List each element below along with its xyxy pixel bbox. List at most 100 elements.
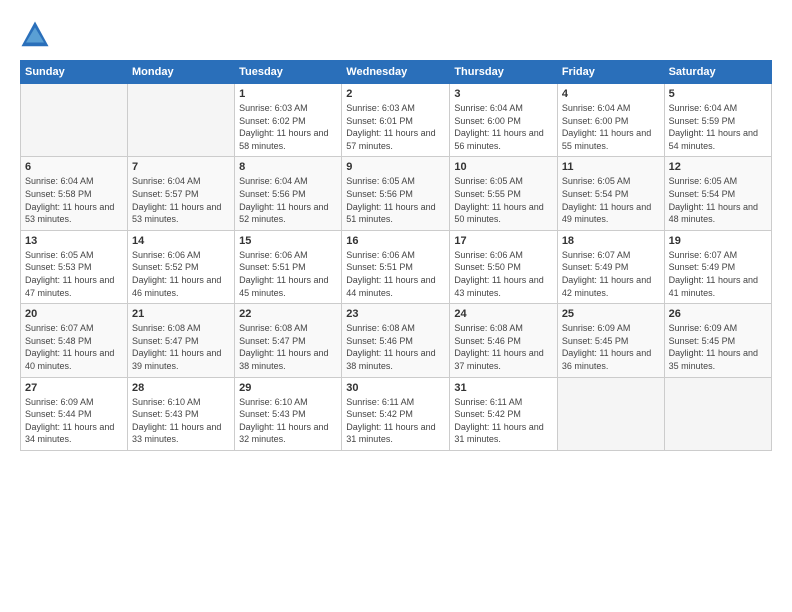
day-info: Sunrise: 6:05 AM Sunset: 5:56 PM Dayligh… <box>346 175 445 225</box>
day-number: 6 <box>25 161 123 173</box>
logo-icon <box>20 20 50 50</box>
day-number: 15 <box>239 235 337 247</box>
calendar-cell: 30 Sunrise: 6:11 AM Sunset: 5:42 PM Dayli… <box>342 377 450 450</box>
calendar-cell: 15 Sunrise: 6:06 AM Sunset: 5:51 PM Dayli… <box>235 230 342 303</box>
calendar-cell: 27 Sunrise: 6:09 AM Sunset: 5:44 PM Dayli… <box>21 377 128 450</box>
day-number: 8 <box>239 161 337 173</box>
day-number: 19 <box>669 235 767 247</box>
calendar-cell: 19 Sunrise: 6:07 AM Sunset: 5:49 PM Dayli… <box>664 230 771 303</box>
calendar-cell: 22 Sunrise: 6:08 AM Sunset: 5:47 PM Dayli… <box>235 304 342 377</box>
day-number: 17 <box>454 235 552 247</box>
day-number: 30 <box>346 382 445 394</box>
calendar-cell: 28Sunrise: 6:10 AM Sunset: 5:43 PM Dayli… <box>128 377 235 450</box>
calendar-cell <box>557 377 664 450</box>
week-row-1: 6 Sunrise: 6:04 AM Sunset: 5:58 PM Daylig… <box>21 157 772 230</box>
day-info: Sunrise: 6:05 AM Sunset: 5:55 PM Dayligh… <box>454 175 552 225</box>
weekday-header-saturday: Saturday <box>664 61 771 84</box>
day-info: Sunrise: 6:08 AM Sunset: 5:47 PM Dayligh… <box>239 322 337 372</box>
calendar-cell: 10 Sunrise: 6:05 AM Sunset: 5:55 PM Dayli… <box>450 157 557 230</box>
day-info: Sunrise: 6:04 AM Sunset: 6:00 PM Dayligh… <box>562 102 660 152</box>
day-info: Sunrise: 6:04 AM Sunset: 5:59 PM Dayligh… <box>669 102 767 152</box>
calendar-cell: 23 Sunrise: 6:08 AM Sunset: 5:46 PM Dayli… <box>342 304 450 377</box>
day-info: Sunrise: 6:07 AM Sunset: 5:49 PM Dayligh… <box>562 249 660 299</box>
day-info: Sunrise: 6:04 AM Sunset: 5:57 PM Dayligh… <box>132 175 230 225</box>
day-number: 18 <box>562 235 660 247</box>
calendar-cell: 21 Sunrise: 6:08 AM Sunset: 5:47 PM Dayli… <box>128 304 235 377</box>
weekday-header-thursday: Thursday <box>450 61 557 84</box>
day-info: Sunrise: 6:08 AM Sunset: 5:46 PM Dayligh… <box>454 322 552 372</box>
day-info: Sunrise: 6:05 AM Sunset: 5:54 PM Dayligh… <box>669 175 767 225</box>
day-info: Sunrise: 6:09 AM Sunset: 5:45 PM Dayligh… <box>562 322 660 372</box>
day-info: Sunrise: 6:11 AM Sunset: 5:42 PM Dayligh… <box>346 396 445 446</box>
weekday-header-row: SundayMondayTuesdayWednesdayThursdayFrid… <box>21 61 772 84</box>
day-info: Sunrise: 6:06 AM Sunset: 5:52 PM Dayligh… <box>132 249 230 299</box>
day-info: Sunrise: 6:07 AM Sunset: 5:48 PM Dayligh… <box>25 322 123 372</box>
week-row-2: 13 Sunrise: 6:05 AM Sunset: 5:53 PM Dayli… <box>21 230 772 303</box>
day-number: 16 <box>346 235 445 247</box>
day-info: Sunrise: 6:05 AM Sunset: 5:53 PM Dayligh… <box>25 249 123 299</box>
weekday-header-tuesday: Tuesday <box>235 61 342 84</box>
logo <box>20 20 54 50</box>
day-number: 27 <box>25 382 123 394</box>
calendar-cell: 1 Sunrise: 6:03 AM Sunset: 6:02 PM Daylig… <box>235 84 342 157</box>
calendar-cell: 18 Sunrise: 6:07 AM Sunset: 5:49 PM Dayli… <box>557 230 664 303</box>
day-info: Sunrise: 6:03 AM Sunset: 6:02 PM Dayligh… <box>239 102 337 152</box>
day-number: 12 <box>669 161 767 173</box>
calendar-cell: 13 Sunrise: 6:05 AM Sunset: 5:53 PM Dayli… <box>21 230 128 303</box>
weekday-header-wednesday: Wednesday <box>342 61 450 84</box>
calendar-cell: 3Sunrise: 6:04 AM Sunset: 6:00 PM Daylig… <box>450 84 557 157</box>
day-info: Sunrise: 6:09 AM Sunset: 5:44 PM Dayligh… <box>25 396 123 446</box>
day-info: Sunrise: 6:04 AM Sunset: 5:56 PM Dayligh… <box>239 175 337 225</box>
day-info: Sunrise: 6:06 AM Sunset: 5:51 PM Dayligh… <box>346 249 445 299</box>
day-number: 2 <box>346 88 445 100</box>
calendar-cell <box>128 84 235 157</box>
calendar-cell: 16 Sunrise: 6:06 AM Sunset: 5:51 PM Dayli… <box>342 230 450 303</box>
day-number: 13 <box>25 235 123 247</box>
calendar-cell: 2 Sunrise: 6:03 AM Sunset: 6:01 PM Daylig… <box>342 84 450 157</box>
calendar-cell: 7 Sunrise: 6:04 AM Sunset: 5:57 PM Daylig… <box>128 157 235 230</box>
calendar-cell: 20 Sunrise: 6:07 AM Sunset: 5:48 PM Dayli… <box>21 304 128 377</box>
calendar-cell: 24Sunrise: 6:08 AM Sunset: 5:46 PM Dayli… <box>450 304 557 377</box>
calendar-cell: 5Sunrise: 6:04 AM Sunset: 5:59 PM Daylig… <box>664 84 771 157</box>
weekday-header-friday: Friday <box>557 61 664 84</box>
day-info: Sunrise: 6:04 AM Sunset: 6:00 PM Dayligh… <box>454 102 552 152</box>
day-number: 10 <box>454 161 552 173</box>
day-number: 9 <box>346 161 445 173</box>
day-number: 20 <box>25 308 123 320</box>
day-info: Sunrise: 6:11 AM Sunset: 5:42 PM Dayligh… <box>454 396 552 446</box>
calendar-cell: 14Sunrise: 6:06 AM Sunset: 5:52 PM Dayli… <box>128 230 235 303</box>
calendar-cell: 6 Sunrise: 6:04 AM Sunset: 5:58 PM Daylig… <box>21 157 128 230</box>
week-row-0: 1 Sunrise: 6:03 AM Sunset: 6:02 PM Daylig… <box>21 84 772 157</box>
calendar-cell: 25 Sunrise: 6:09 AM Sunset: 5:45 PM Dayli… <box>557 304 664 377</box>
weekday-header-sunday: Sunday <box>21 61 128 84</box>
day-info: Sunrise: 6:04 AM Sunset: 5:58 PM Dayligh… <box>25 175 123 225</box>
day-number: 7 <box>132 161 230 173</box>
day-info: Sunrise: 6:08 AM Sunset: 5:47 PM Dayligh… <box>132 322 230 372</box>
day-number: 21 <box>132 308 230 320</box>
day-info: Sunrise: 6:09 AM Sunset: 5:45 PM Dayligh… <box>669 322 767 372</box>
day-number: 11 <box>562 161 660 173</box>
day-info: Sunrise: 6:10 AM Sunset: 5:43 PM Dayligh… <box>239 396 337 446</box>
day-number: 31 <box>454 382 552 394</box>
day-number: 22 <box>239 308 337 320</box>
calendar-table: SundayMondayTuesdayWednesdayThursdayFrid… <box>20 60 772 451</box>
calendar-cell: 11Sunrise: 6:05 AM Sunset: 5:54 PM Dayli… <box>557 157 664 230</box>
day-info: Sunrise: 6:07 AM Sunset: 5:49 PM Dayligh… <box>669 249 767 299</box>
day-number: 26 <box>669 308 767 320</box>
day-number: 23 <box>346 308 445 320</box>
calendar-cell <box>664 377 771 450</box>
header <box>20 20 772 50</box>
calendar-cell <box>21 84 128 157</box>
day-number: 1 <box>239 88 337 100</box>
page: SundayMondayTuesdayWednesdayThursdayFrid… <box>0 0 792 612</box>
calendar-cell: 17Sunrise: 6:06 AM Sunset: 5:50 PM Dayli… <box>450 230 557 303</box>
week-row-3: 20 Sunrise: 6:07 AM Sunset: 5:48 PM Dayli… <box>21 304 772 377</box>
weekday-header-monday: Monday <box>128 61 235 84</box>
calendar-cell: 26 Sunrise: 6:09 AM Sunset: 5:45 PM Dayli… <box>664 304 771 377</box>
day-info: Sunrise: 6:08 AM Sunset: 5:46 PM Dayligh… <box>346 322 445 372</box>
day-number: 25 <box>562 308 660 320</box>
day-info: Sunrise: 6:03 AM Sunset: 6:01 PM Dayligh… <box>346 102 445 152</box>
day-number: 28 <box>132 382 230 394</box>
calendar-cell: 4Sunrise: 6:04 AM Sunset: 6:00 PM Daylig… <box>557 84 664 157</box>
day-info: Sunrise: 6:06 AM Sunset: 5:51 PM Dayligh… <box>239 249 337 299</box>
